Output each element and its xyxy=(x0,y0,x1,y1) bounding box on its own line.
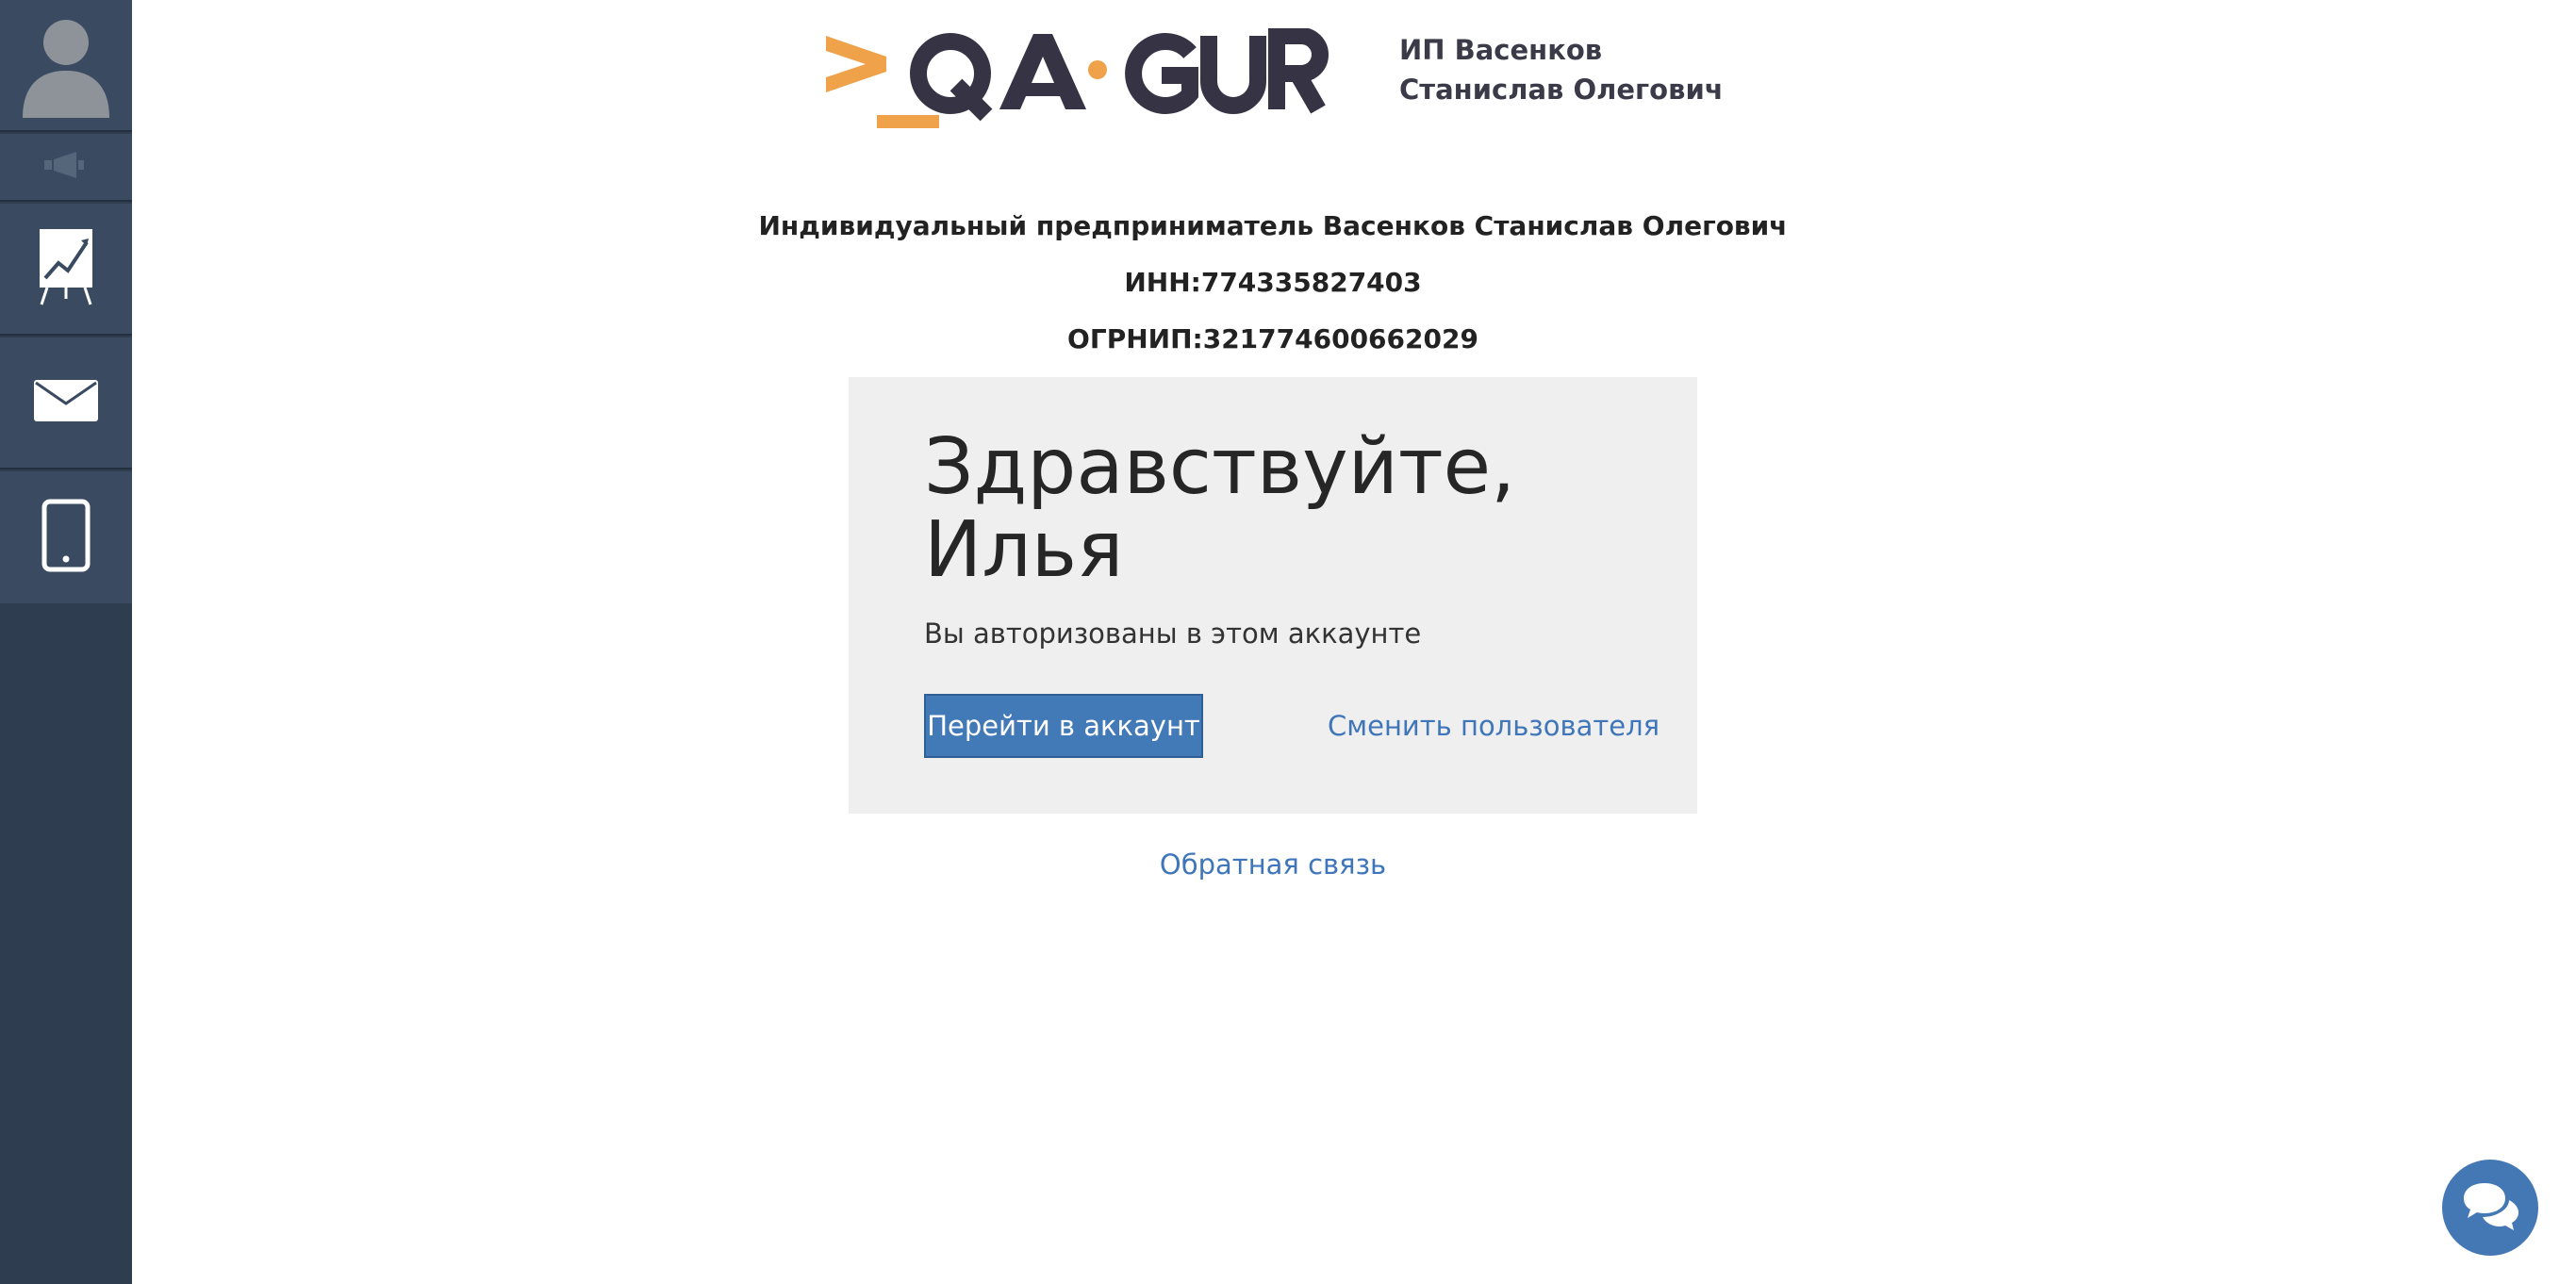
greeting-line1: Здравствуйте, xyxy=(924,422,1516,512)
sidebar-item-messages[interactable] xyxy=(0,337,132,469)
legal-name-line1: ИП Васенков xyxy=(1399,34,1603,66)
switch-user-link[interactable]: Сменить пользователя xyxy=(1328,694,1660,758)
megaphone-icon xyxy=(42,150,90,184)
qa-guru-logo[interactable] xyxy=(826,27,1354,141)
greeting-user-name: Илья xyxy=(924,505,1124,595)
chat-bubbles-icon xyxy=(2460,1179,2520,1236)
account-card: Здравствуйте, Илья Вы авторизованы в это… xyxy=(849,377,1697,814)
phone-icon xyxy=(41,499,91,576)
company-full-name: Индивидуальный предприниматель Васенков … xyxy=(758,210,1788,241)
chart-board-icon xyxy=(38,227,94,310)
mail-icon xyxy=(33,379,99,426)
sidebar-item-mobile[interactable] xyxy=(0,471,132,603)
legal-name-line2: Станислав Олегович xyxy=(1399,74,1724,106)
company-inn: ИНН:774335827403 xyxy=(1124,267,1422,298)
auth-status-text: Вы авторизованы в этом аккаунте xyxy=(924,617,1422,650)
left-sidebar xyxy=(0,0,132,1284)
company-ogrnip: ОГРНИП:321774600662029 xyxy=(1067,323,1478,354)
legal-entity-name: ИП Васенков Станислав Олегович xyxy=(1399,30,1795,109)
sidebar-item-announcements[interactable] xyxy=(0,134,132,202)
company-details: Индивидуальный предприниматель Васенков … xyxy=(660,204,1886,373)
greeting-title: Здравствуйте, Илья xyxy=(924,426,1603,592)
sidebar-item-profile[interactable] xyxy=(0,0,132,132)
feedback-link[interactable]: Обратная связь xyxy=(1037,848,1509,881)
chat-widget-button[interactable] xyxy=(2442,1160,2538,1256)
user-avatar-icon xyxy=(9,7,123,123)
sidebar-item-statistics[interactable] xyxy=(0,204,132,336)
go-to-account-button[interactable]: Перейти в аккаунт xyxy=(924,694,1203,758)
